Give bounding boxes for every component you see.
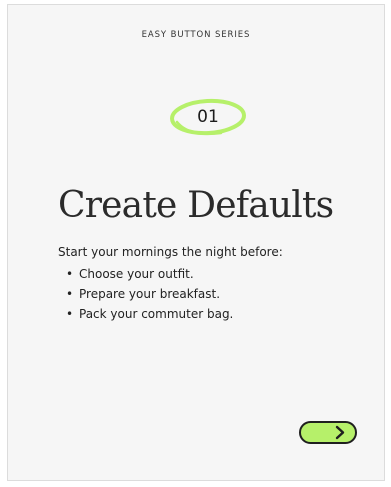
series-label: EASY BUTTON SERIES: [141, 30, 251, 40]
slide-card: EASY BUTTON SERIES 01 Create Defaults St…: [7, 4, 385, 481]
tip-text: Pack your commuter bag.: [79, 307, 234, 321]
chevron-right-icon: [335, 425, 345, 440]
list-item: • Pack your commuter bag.: [66, 307, 233, 327]
intro-text: Start your mornings the night before:: [58, 245, 283, 259]
page-title: Create Defaults: [58, 185, 334, 226]
bullet-icon: •: [66, 267, 74, 281]
tips-list: • Choose your outfit. • Prepare your break…: [66, 267, 233, 327]
next-button[interactable]: [299, 421, 357, 444]
tip-text: Prepare your breakfast.: [79, 287, 221, 301]
step-badge: 01: [169, 97, 247, 137]
bullet-icon: •: [66, 287, 74, 301]
list-item: • Choose your outfit.: [66, 267, 233, 287]
tip-text: Choose your outfit.: [79, 267, 194, 281]
list-item: • Prepare your breakfast.: [66, 287, 233, 307]
bullet-icon: •: [66, 307, 74, 321]
step-number: 01: [197, 107, 219, 127]
